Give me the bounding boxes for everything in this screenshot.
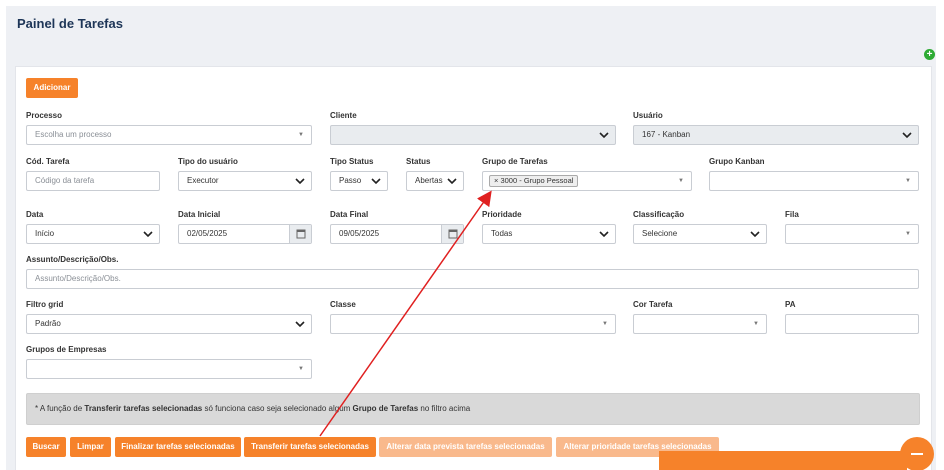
chevron-down-icon	[371, 175, 381, 187]
plus-circle-icon[interactable]: +	[924, 49, 935, 60]
data-final-value: 09/05/2025	[339, 229, 380, 238]
classificacao-select[interactable]: Selecione	[633, 224, 767, 244]
filtro-grid-select[interactable]: Padrão	[26, 314, 312, 334]
grupo-kanban-select[interactable]: ▼	[709, 171, 919, 191]
data-final-input[interactable]: 09/05/2025	[330, 224, 464, 244]
grupo-tarefas-select[interactable]: × 3000 - Grupo Pessoal ▼	[482, 171, 692, 191]
data-label: Data	[26, 210, 44, 219]
bottom-panel-bar[interactable]	[659, 451, 907, 470]
note-bold-transfer: Transferir tarefas selecionadas	[84, 404, 203, 413]
caret-down-icon: ▼	[753, 321, 759, 327]
calendar-icon[interactable]	[441, 225, 463, 243]
chevron-down-icon	[599, 129, 609, 141]
usuario-select[interactable]: 167 - Kanban	[633, 125, 919, 145]
alterar-data-button[interactable]: Alterar data prevista tarefas selecionad…	[379, 437, 552, 457]
status-value: Abertas	[415, 176, 443, 185]
caret-down-icon: ▼	[298, 366, 304, 372]
data-inicial-input[interactable]: 02/05/2025	[178, 224, 312, 244]
grupo-tarefas-label: Grupo de Tarefas	[482, 157, 548, 166]
floating-action-button[interactable]	[900, 437, 934, 470]
limpar-button[interactable]: Limpar	[70, 437, 111, 457]
classe-select[interactable]: ▼	[330, 314, 616, 334]
classe-label: Classe	[330, 300, 356, 309]
processo-label: Processo	[26, 111, 63, 120]
chevron-down-icon	[902, 129, 912, 141]
grupos-empresas-select[interactable]: ▼	[26, 359, 312, 379]
cliente-label: Cliente	[330, 111, 357, 120]
pa-label: PA	[785, 300, 796, 309]
fila-label: Fila	[785, 210, 799, 219]
chevron-down-icon	[447, 175, 457, 187]
tipo-status-value: Passo	[339, 176, 362, 185]
cod-tarefa-label: Cód. Tarefa	[26, 157, 70, 166]
prioridade-select[interactable]: Todas	[482, 224, 616, 244]
data-inicial-label: Data Inicial	[178, 210, 221, 219]
grupos-empresas-label: Grupos de Empresas	[26, 345, 107, 354]
cliente-select[interactable]	[330, 125, 616, 145]
note-prefix: * A função de	[35, 404, 85, 413]
tipo-usuario-label: Tipo do usuário	[178, 157, 238, 166]
assunto-label: Assunto/Descrição/Obs.	[26, 255, 119, 264]
chevron-down-icon	[143, 228, 153, 240]
classificacao-value: Selecione	[642, 229, 678, 238]
transferir-button[interactable]: Transferir tarefas selecionadas	[244, 437, 376, 457]
page-title: Painel de Tarefas	[17, 16, 123, 31]
tipo-status-select[interactable]: Passo	[330, 171, 388, 191]
fila-select[interactable]: ▼	[785, 224, 919, 244]
chevron-down-icon	[295, 175, 305, 187]
note-bold-grupo: Grupo de Tarefas	[352, 404, 419, 413]
data-value: Início	[35, 229, 55, 238]
chevron-down-icon	[295, 318, 305, 330]
calendar-icon[interactable]	[289, 225, 311, 243]
usuario-label: Usuário	[633, 111, 663, 120]
pa-input[interactable]	[785, 314, 919, 334]
chevron-down-icon	[599, 228, 609, 240]
usuario-value: 167 - Kanban	[642, 130, 691, 139]
cor-tarefa-label: Cor Tarefa	[633, 300, 673, 309]
caret-down-icon: ▼	[298, 132, 304, 138]
prioridade-value: Todas	[491, 229, 513, 238]
data-select[interactable]: Início	[26, 224, 160, 244]
filter-panel: Adicionar Processo Escolha um processo ▼…	[15, 66, 932, 470]
chevron-down-icon	[750, 228, 760, 240]
assunto-input[interactable]: Assunto/Descrição/Obs.	[26, 269, 919, 289]
tipo-status-label: Tipo Status	[330, 157, 374, 166]
classificacao-label: Classificação	[633, 210, 685, 219]
data-final-label: Data Final	[330, 210, 369, 219]
finalizar-button[interactable]: Finalizar tarefas selecionadas	[115, 437, 241, 457]
filtro-grid-value: Padrão	[35, 319, 61, 328]
transfer-info-note: * A função de Transferir tarefas selecio…	[26, 393, 920, 425]
caret-down-icon: ▼	[905, 178, 911, 184]
add-button[interactable]: Adicionar	[26, 78, 78, 98]
note-middle: só funciona caso seja selecionado algum	[202, 404, 353, 413]
note-suffix: no filtro acima	[418, 404, 471, 413]
prioridade-label: Prioridade	[482, 210, 522, 219]
caret-down-icon: ▼	[678, 178, 684, 184]
grupo-kanban-label: Grupo Kanban	[709, 157, 765, 166]
status-select[interactable]: Abertas	[406, 171, 464, 191]
processo-select[interactable]: Escolha um processo ▼	[26, 125, 312, 145]
status-label: Status	[406, 157, 431, 166]
page: Painel de Tarefas + Adicionar Processo E…	[6, 6, 936, 470]
caret-down-icon: ▼	[602, 321, 608, 327]
filtro-grid-label: Filtro grid	[26, 300, 64, 309]
tipo-usuario-select[interactable]: Executor	[178, 171, 312, 191]
processo-placeholder: Escolha um processo	[35, 130, 112, 139]
caret-down-icon: ▼	[905, 231, 911, 237]
cor-tarefa-select[interactable]: ▼	[633, 314, 767, 334]
grupo-tarefas-tag[interactable]: × 3000 - Grupo Pessoal	[489, 175, 579, 187]
data-inicial-value: 02/05/2025	[187, 229, 228, 238]
minus-icon	[911, 453, 923, 455]
cod-tarefa-input[interactable]: Código da tarefa	[26, 171, 160, 191]
buscar-button[interactable]: Buscar	[26, 437, 66, 457]
tipo-usuario-value: Executor	[187, 176, 219, 185]
